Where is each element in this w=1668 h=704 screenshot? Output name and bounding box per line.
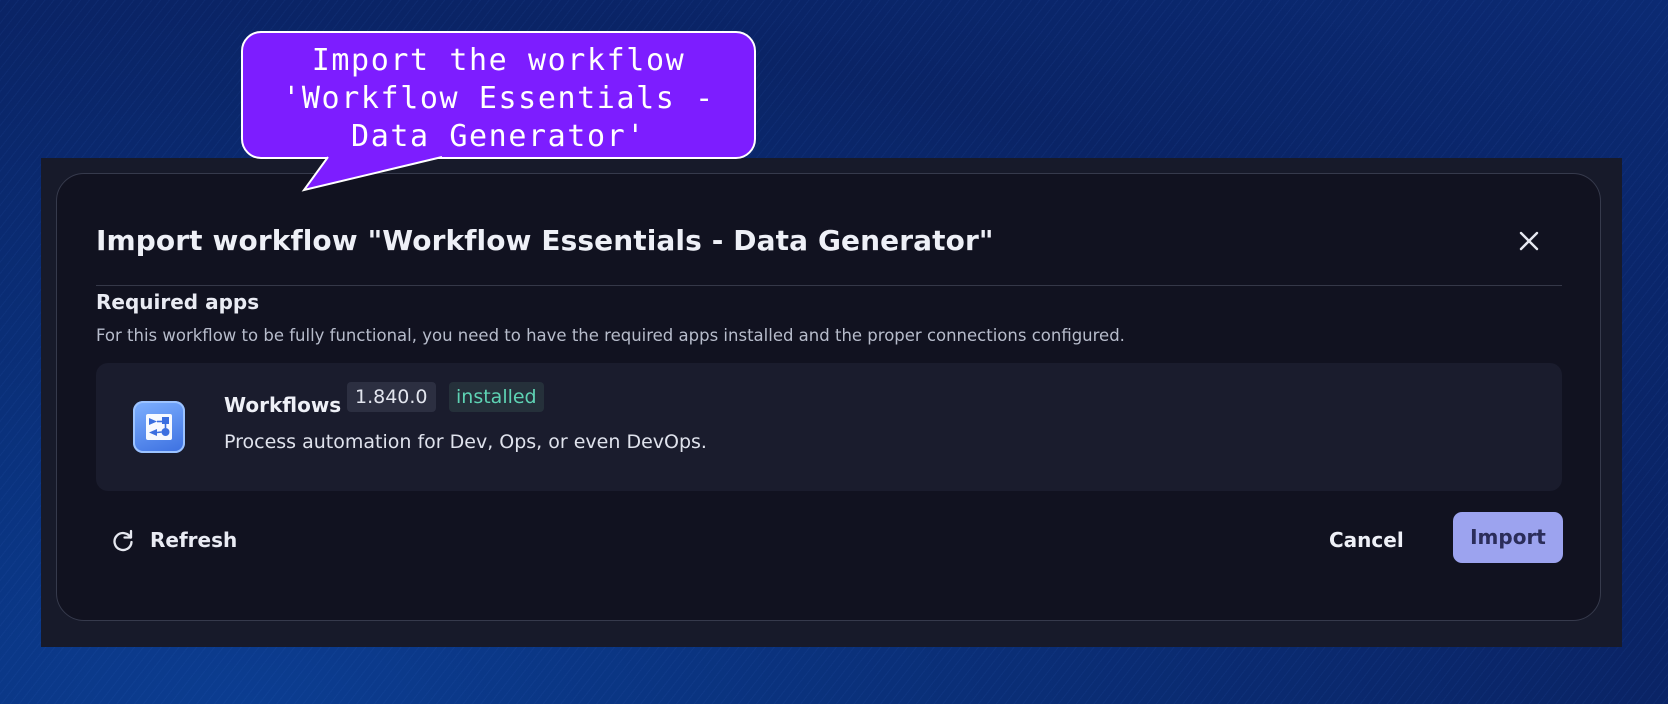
dialog-header: Import workflow "Workflow Essentials - D… — [96, 194, 1562, 286]
callout-pointer — [301, 156, 443, 192]
import-button[interactable]: Import — [1453, 512, 1563, 563]
app-version-badge: 1.840.0 — [347, 382, 436, 412]
dialog-title: Import workflow "Workflow Essentials - D… — [96, 224, 994, 257]
section-title: Required apps — [96, 290, 260, 314]
refresh-icon — [113, 529, 133, 552]
close-icon — [1519, 231, 1539, 251]
installed-status-badge: installed — [449, 382, 544, 412]
app-name: Workflows — [224, 393, 342, 417]
app-card: Workflows 1.840.0 installed Process auto… — [96, 363, 1562, 491]
callout-text: Import the workflow 'Workflow Essentials… — [282, 43, 715, 154]
import-workflow-dialog: Import workflow "Workflow Essentials - D… — [56, 173, 1601, 621]
app-description: Process automation for Dev, Ops, or even… — [224, 431, 707, 453]
close-button[interactable] — [1514, 226, 1544, 256]
section-description: For this workflow to be fully functional… — [96, 326, 1125, 345]
cancel-button[interactable]: Cancel — [1329, 520, 1404, 560]
refresh-label: Refresh — [150, 528, 238, 552]
instruction-callout: Import the workflow 'Workflow Essentials… — [241, 31, 756, 159]
workflows-app-icon — [133, 401, 185, 453]
refresh-button[interactable]: Refresh — [110, 520, 237, 560]
